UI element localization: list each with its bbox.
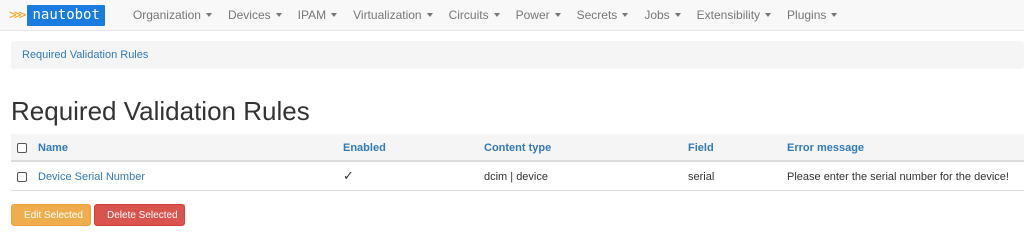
logo-wordmark: nautobot	[27, 4, 105, 26]
row-checkbox[interactable]	[17, 171, 27, 182]
nav-label: Plugins	[787, 8, 827, 22]
caret-down-icon	[674, 13, 681, 17]
delete-selected-label: Delete Selected	[107, 209, 178, 221]
nav-devices[interactable]: Devices	[220, 8, 290, 22]
edit-selected-label: Edit Selected	[24, 209, 83, 221]
sort-enabled-link[interactable]: Enabled	[343, 142, 386, 154]
page-title: Required Validation Rules	[11, 96, 310, 126]
caret-down-icon	[554, 13, 561, 17]
nav-label: IPAM	[297, 8, 327, 22]
top-navbar: >>> nautobot Organization Devices IPAM V…	[0, 0, 1024, 31]
edit-selected-button[interactable]: Edit Selected	[11, 204, 91, 226]
header-select-cell	[11, 134, 38, 162]
nav-label: Secrets	[576, 8, 618, 22]
nautobot-logo[interactable]: >>> nautobot	[9, 4, 105, 26]
sort-field-link[interactable]: Field	[688, 142, 714, 154]
cell-error-message: Please enter the serial number for the d…	[787, 161, 1024, 190]
nav-plugins[interactable]: Plugins	[779, 8, 845, 22]
sort-name-link[interactable]: Name	[38, 142, 68, 154]
header-content-type: Content type	[484, 134, 688, 162]
sort-error-message-link[interactable]: Error message	[787, 142, 864, 154]
main-menu: Organization Devices IPAM Virtualization…	[125, 8, 845, 22]
header-name: Name	[38, 134, 343, 162]
table-header-row: Name Enabled Content type Field Error me…	[11, 134, 1024, 162]
cell-content-type: dcim | device	[484, 161, 688, 190]
rule-name-link[interactable]: Device Serial Number	[38, 171, 145, 183]
row-select-cell	[11, 161, 38, 190]
table-row: Device Serial Number ✓ dcim | device ser…	[11, 161, 1024, 190]
content-type-value: dcim | device	[484, 170, 548, 183]
sort-content-type-link[interactable]: Content type	[484, 142, 551, 154]
nav-label: Extensibility	[696, 8, 761, 22]
nav-organization[interactable]: Organization	[125, 8, 220, 22]
nav-secrets[interactable]: Secrets	[569, 8, 637, 22]
nav-label: Organization	[132, 8, 201, 22]
caret-down-icon	[493, 13, 500, 17]
nav-label: Jobs	[644, 8, 670, 22]
caret-down-icon	[331, 13, 338, 17]
nav-label: Power	[515, 8, 550, 22]
validation-rules-table: Name Enabled Content type Field Error me…	[11, 134, 1024, 191]
nav-power[interactable]: Power	[508, 8, 569, 22]
breadcrumb: Required Validation Rules	[11, 41, 1024, 69]
caret-down-icon	[622, 13, 629, 17]
error-message-value: Please enter the serial number for the d…	[787, 170, 1009, 183]
nav-label: Devices	[227, 8, 271, 22]
cell-field: serial	[688, 161, 787, 190]
delete-selected-button[interactable]: Delete Selected	[94, 204, 185, 226]
caret-down-icon	[426, 13, 433, 17]
nav-label: Virtualization	[353, 8, 422, 22]
logo-arrows: >>>	[9, 7, 27, 23]
breadcrumb-link-validation-rules[interactable]: Required Validation Rules	[22, 49, 148, 61]
caret-down-icon	[205, 13, 212, 17]
caret-down-icon	[275, 13, 282, 17]
check-icon: ✓	[343, 167, 354, 183]
nav-extensibility[interactable]: Extensibility	[689, 8, 779, 22]
nav-virtualization[interactable]: Virtualization	[345, 8, 440, 22]
header-field: Field	[688, 134, 787, 162]
field-value: serial	[688, 170, 715, 183]
header-error-message: Error message	[787, 134, 1024, 162]
header-enabled: Enabled	[343, 134, 484, 162]
caret-down-icon	[831, 13, 838, 17]
nav-jobs[interactable]: Jobs	[636, 8, 688, 22]
nav-circuits[interactable]: Circuits	[441, 8, 508, 22]
select-all-checkbox[interactable]	[17, 142, 27, 153]
cell-name: Device Serial Number	[38, 161, 343, 190]
nav-label: Circuits	[448, 8, 489, 22]
cell-enabled: ✓	[343, 161, 484, 190]
caret-down-icon	[765, 13, 772, 17]
nav-ipam[interactable]: IPAM	[290, 8, 345, 22]
